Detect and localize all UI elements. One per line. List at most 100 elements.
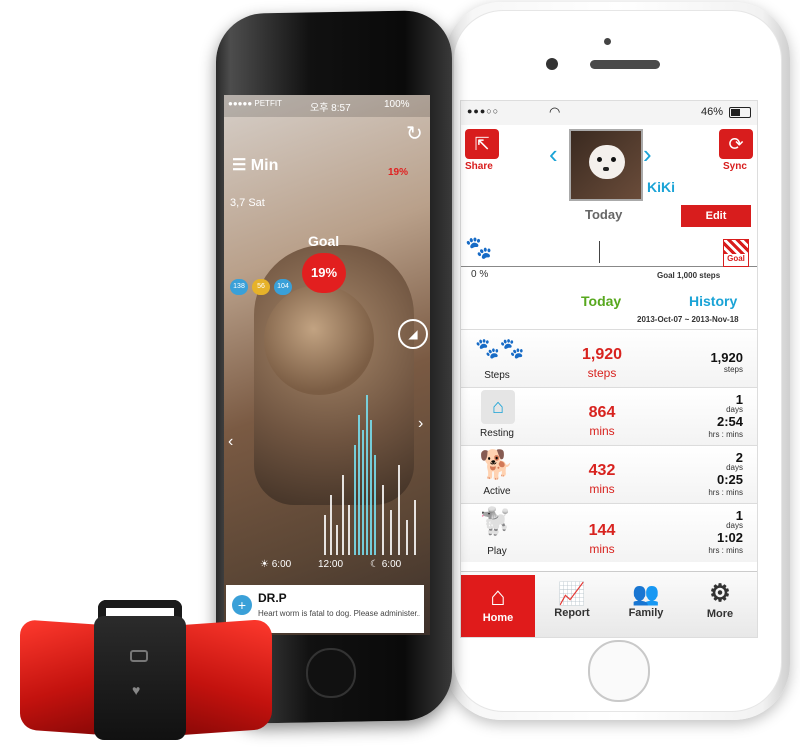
tab-report[interactable]: 📈 Report [535,575,609,637]
tab-home[interactable]: ⌂ Home [461,575,535,637]
share-icon: ⇱ [474,134,490,154]
row-label: Play [487,546,507,557]
medical-cross-icon: + [232,595,252,615]
goal-text: Goal 1,000 steps [657,271,721,280]
notification-title: DR.P [258,591,287,605]
status-bar: ●●●○○ ◠ 46% [461,101,757,126]
table-row[interactable]: 🐾🐾 Steps 1,920 steps 1,920 steps [461,329,757,388]
today-value: 1,920 [581,346,623,363]
black-phone-screen: ●●●●● PETFIT 오후 8:57 100% ↻ ☰ Min 19% 3,… [224,95,430,635]
home-button[interactable] [306,648,356,698]
battery-icon [130,650,148,662]
history-unit: days [726,405,743,414]
axis-tick: ☀ 6:00 [260,559,292,570]
share-label: Share [465,161,493,172]
progress-track [461,266,757,267]
heart-value: 104 [277,283,289,290]
gear-icon: ⚙ [709,580,731,607]
tab-label: Family [628,607,664,619]
history-time-unit: hrs : mins [708,430,743,439]
tracker-device-left-wing [20,619,100,735]
history-time: 0:25 [716,472,743,487]
heart-badge-icon: 138 [230,279,248,295]
row-label: Resting [480,428,514,439]
row-label: Active [483,486,511,497]
edit-button[interactable]: Edit [681,205,751,227]
today-unit: mins [589,482,615,496]
tab-more[interactable]: ⚙ More [683,575,757,637]
share-button[interactable]: ⇱ [465,129,499,159]
heart-badge-icon: 56 [252,279,270,295]
active-dog-icon: 🐕 [479,449,514,480]
today-value: 144 [588,522,616,539]
family-icon: 👥 [632,581,660,606]
steps-icon: 🐾🐾 [475,338,525,360]
play-dog-icon: 🐩 [479,506,512,536]
row-label: Steps [484,370,510,381]
tab-label: Home [482,612,514,624]
heart-value: 138 [233,283,245,290]
notification-message: Heart worm is fatal to dog. Please admin… [258,609,420,618]
tracker-device-right-wing [180,618,272,736]
history-unit: days [726,521,743,530]
goal-heart-icon: 19% [302,253,346,293]
tab-family[interactable]: 👥 Family [609,575,683,637]
history-range: 2013-Oct-07 ~ 2013-Nov-18 [637,315,739,324]
paw-icon: 🐾 [465,235,493,260]
today-unit: mins [589,424,615,438]
chart-toggle-icon[interactable]: ◢ [398,319,428,349]
device-battery: 19% [388,167,409,178]
sync-button[interactable]: ⟳ [719,129,753,159]
pet-header: ⇱ Share ‹ › KiKi ⟳ Sync [461,125,757,207]
activity-chart [320,375,430,555]
battery-icon [729,107,751,118]
home-icon: ⌂ [490,581,506,611]
pet-name: KiKi [647,179,675,195]
history-unit: days [726,463,743,472]
menu-button[interactable]: ☰ Min [232,155,278,175]
history-time-unit: hrs : mins [708,546,743,555]
wifi-icon: ◠ [549,104,561,119]
app-screen: ●●●○○ ◠ 46% ⇱ Share ‹ › KiKi ⟳ Sync Toda… [460,100,758,638]
axis-tick: ☾ 6:00 [370,559,402,570]
time-axis: ☀ 6:00 12:00 ☾ 6:00 [224,555,430,577]
goal-progress: 🐾 Goal 0 % Goal 1,000 steps [461,229,757,281]
history-time: 1:02 [716,530,743,545]
resting-icon: ⌂ [481,390,515,424]
prev-pet-chevron-icon[interactable]: ‹ [549,139,558,170]
history-time: 2:54 [716,414,743,429]
history-value: 1,920 [710,350,743,365]
col-today: Today [581,293,622,309]
sync-icon: ⟳ [728,134,744,154]
goal-label: Goal [308,233,340,249]
today-label: Today [585,207,623,222]
heart-icon: ♥ [132,682,141,698]
progress-start: 0 % [471,269,489,280]
col-history[interactable]: History [689,293,737,309]
battery-percent: 100% [384,99,410,110]
refresh-icon[interactable]: ↻ [406,121,423,146]
goal-flag-icon: Goal [723,239,749,267]
clock: 오후 8:57 [310,103,351,114]
table-row[interactable]: ⌂ Resting 864 mins 1 days 2:54 hrs : min… [461,387,757,446]
signal-strength: ●●●○○ [467,106,500,116]
next-pet-chevron-icon[interactable]: › [643,139,652,170]
home-button[interactable] [588,640,650,702]
today-unit: mins [589,542,615,556]
status-bar: ●●●●● PETFIT 오후 8:57 100% [224,95,430,117]
chart-icon: 📈 [558,581,586,606]
table-row[interactable]: 🐩 Play 144 mins 1 days 1:02 hrs : mins [461,503,757,562]
battery-percent: 46% [701,106,724,118]
pet-photo [569,129,643,201]
history-unit: steps [723,365,743,374]
tracker-device-center: ♥ [94,616,186,740]
table-row[interactable]: 🐕 Active 432 mins 2 days 0:25 hrs : mins [461,445,757,504]
progress-marker [599,241,600,263]
date-label: 3,7 Sat [230,197,265,209]
chevron-left-icon[interactable]: ‹ [228,433,233,451]
axis-tick: 12:00 [318,559,344,570]
menu-icon: ☰ [232,157,247,174]
sensor-dot [604,38,611,45]
sync-label: Sync [723,161,747,172]
front-camera [546,58,558,70]
